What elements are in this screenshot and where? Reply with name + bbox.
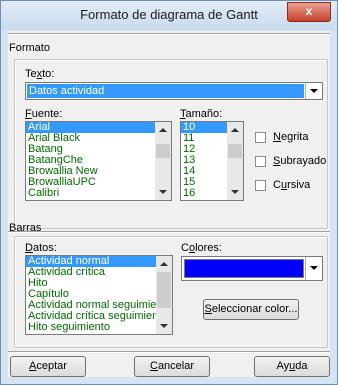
colores-label: Colores: xyxy=(181,242,222,254)
tamano-list[interactable]: 10 11 12 13 14 15 16 xyxy=(180,121,244,201)
datos-list[interactable]: Actividad normal Actividad crítica Hito Cap… xyxy=(25,255,173,335)
negrita-label: Negrita xyxy=(273,131,309,143)
title-bar[interactable]: Formato de diagrama de Gantt x xyxy=(1,1,337,30)
color-swatch xyxy=(184,259,304,278)
datos-scrollbar[interactable] xyxy=(156,256,172,334)
scroll-up-button[interactable] xyxy=(227,122,243,138)
scroll-down-button[interactable] xyxy=(155,184,171,200)
arrow-up-icon xyxy=(160,262,168,266)
fuente-label: Fuente: xyxy=(25,108,63,120)
scroll-up-button[interactable] xyxy=(155,122,171,138)
scroll-thumb[interactable] xyxy=(157,272,171,308)
texto-label: Texto: xyxy=(25,68,55,80)
dialog-window: Formato de diagrama de Gantt x Formato T… xyxy=(0,0,338,385)
scroll-down-button[interactable] xyxy=(156,318,172,334)
bottom-separator xyxy=(8,351,330,353)
datos-label: Datos: xyxy=(25,242,57,254)
cursiva-checkbox-box[interactable] xyxy=(255,180,266,191)
datos-items: Actividad normal Actividad crítica Hito Cap… xyxy=(26,256,172,333)
dialog-body: Formato Texto: Datos actividad Fuente: A… xyxy=(8,31,330,377)
subrayado-label: Subrayado xyxy=(273,155,327,167)
scroll-up-button[interactable] xyxy=(156,256,172,272)
cursiva-label: Cursiva xyxy=(273,179,311,191)
scroll-thumb[interactable] xyxy=(156,144,170,158)
chevron-down-icon xyxy=(310,89,318,93)
colores-select[interactable] xyxy=(181,256,323,281)
seleccionar-color-button[interactable]: Seleccionar color... xyxy=(203,299,299,320)
datos-list-item[interactable]: Actividad crítica xyxy=(26,267,172,278)
texto-select[interactable]: Datos actividad xyxy=(25,82,323,100)
middle-separator xyxy=(8,231,330,233)
close-icon: x xyxy=(305,4,313,18)
subrayado-checkbox-box[interactable] xyxy=(255,156,266,167)
tamano-label: Tamaño: xyxy=(180,108,223,120)
top-separator xyxy=(8,33,330,35)
texto-dropdown-button[interactable] xyxy=(305,83,322,99)
scroll-thumb[interactable] xyxy=(228,144,242,158)
arrow-down-icon xyxy=(231,190,239,194)
tamano-scrollbar[interactable] xyxy=(227,122,243,200)
datos-list-item[interactable]: Hito seguimiento xyxy=(26,322,172,333)
cancelar-button[interactable]: Cancelar xyxy=(134,356,210,377)
arrow-down-icon xyxy=(160,324,168,328)
texto-select-value: Datos actividad xyxy=(27,84,304,98)
ayuda-button[interactable]: Ayuda xyxy=(254,356,330,377)
font-list-item[interactable]: Calibri xyxy=(26,188,171,199)
close-button[interactable]: x xyxy=(287,2,331,22)
colores-dropdown-button[interactable] xyxy=(305,257,322,280)
fuente-list[interactable]: Arial Arial Black Batang BatangChe Browallia… xyxy=(25,121,172,201)
scroll-down-button[interactable] xyxy=(227,184,243,200)
chevron-down-icon xyxy=(310,266,318,270)
arrow-down-icon xyxy=(159,190,167,194)
barras-section-label: Barras xyxy=(9,222,42,234)
fuente-scrollbar[interactable] xyxy=(155,122,171,200)
fuente-items: Arial Arial Black Batang BatangChe Browallia… xyxy=(26,122,171,199)
formato-section-label: Formato xyxy=(9,42,50,54)
negrita-checkbox-box[interactable] xyxy=(255,132,266,143)
arrow-up-icon xyxy=(231,128,239,132)
arrow-up-icon xyxy=(159,128,167,132)
aceptar-button[interactable]: Aceptar xyxy=(10,356,86,377)
